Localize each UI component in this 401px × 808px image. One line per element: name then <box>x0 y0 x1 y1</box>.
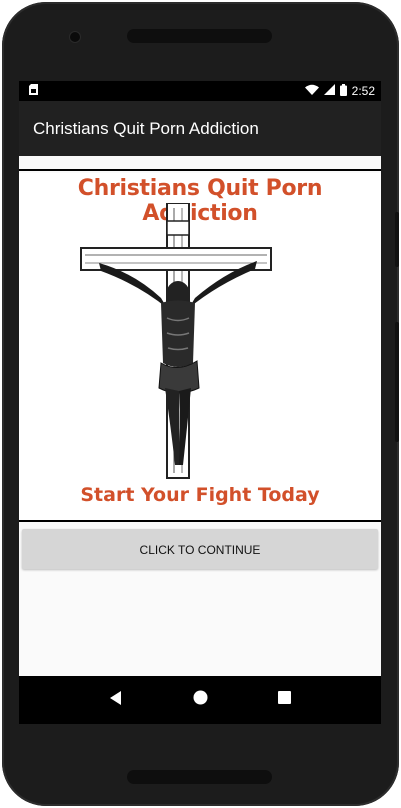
back-icon[interactable] <box>109 690 123 710</box>
clock: 2:52 <box>351 84 375 98</box>
app-bar: Christians Quit Porn Addiction <box>19 101 381 156</box>
volume-button <box>395 322 399 442</box>
signal-icon <box>323 84 335 98</box>
continue-button[interactable]: CLICK TO CONTINUE <box>22 529 378 569</box>
crucifix-image <box>80 203 272 479</box>
sim-card-icon <box>29 84 38 98</box>
banner-image: Christians Quit Porn Addiction Start You… <box>19 173 381 520</box>
main-content: Christians Quit Porn Addiction Start You… <box>19 156 381 676</box>
phone-frame: 2:52 Christians Quit Porn Addiction Chri… <box>2 2 399 806</box>
bottom-speaker <box>127 770 272 784</box>
front-camera <box>70 32 80 42</box>
battery-icon <box>339 83 347 99</box>
banner-top-border <box>19 169 381 171</box>
wifi-icon <box>304 84 319 98</box>
status-bar: 2:52 <box>19 81 381 101</box>
banner-subtitle: Start Your Fight Today <box>80 484 320 506</box>
home-icon[interactable] <box>193 690 208 710</box>
earpiece-speaker <box>127 29 272 43</box>
app-title: Christians Quit Porn Addiction <box>33 118 259 138</box>
navigation-bar <box>19 676 381 724</box>
power-button <box>395 212 399 267</box>
recents-icon[interactable] <box>278 691 291 709</box>
screen: 2:52 Christians Quit Porn Addiction Chri… <box>19 81 381 724</box>
banner-bottom-border <box>19 520 381 522</box>
